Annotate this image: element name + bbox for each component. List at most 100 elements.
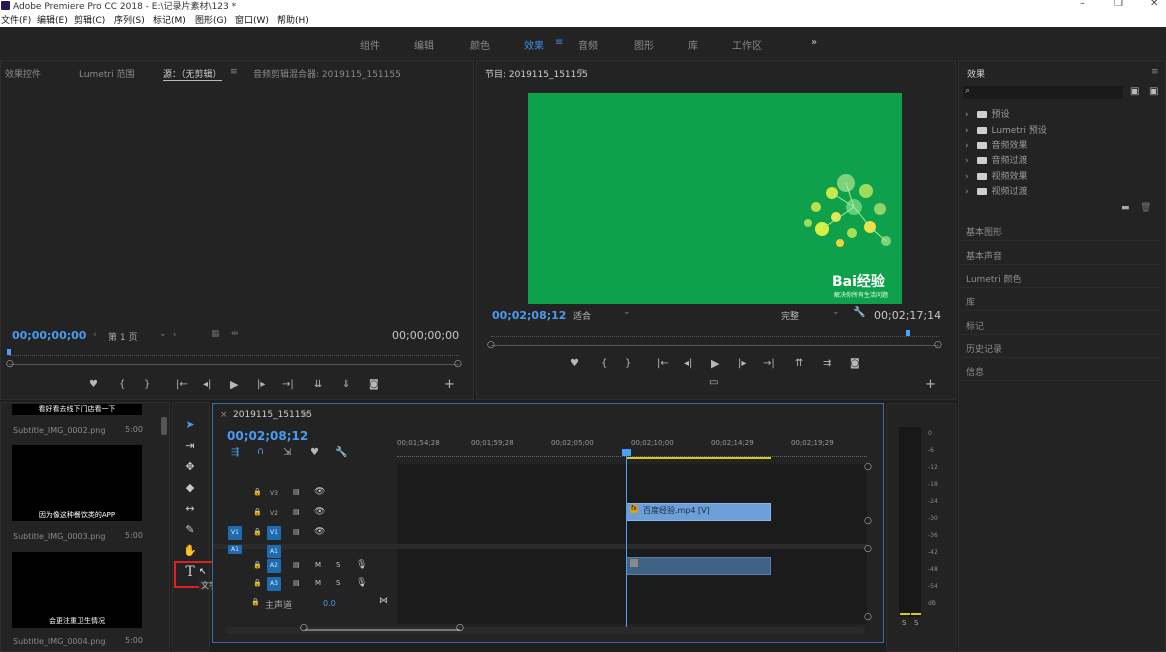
- lock-icon[interactable]: 🔒: [253, 488, 262, 496]
- slip-tool-icon[interactable]: ↔: [182, 502, 198, 518]
- extract-icon[interactable]: ⇉: [823, 358, 831, 369]
- sync-icon[interactable]: ▤: [293, 528, 300, 536]
- quality-select[interactable]: 完整: [781, 309, 799, 322]
- program-mark-out-icon[interactable]: }: [625, 358, 631, 369]
- workspace-editing[interactable]: 编辑: [414, 37, 434, 52]
- track-a3[interactable]: A3: [267, 577, 281, 591]
- selection-tool-icon[interactable]: ➤: [182, 418, 198, 434]
- effects-search-input[interactable]: ⌕: [963, 86, 1123, 99]
- project-thumb-2[interactable]: 会更注重卫生情况: [12, 552, 142, 628]
- lock-icon[interactable]: 🔒: [253, 561, 262, 569]
- project-thumb-0[interactable]: 看好看去线下门店看一下: [12, 404, 142, 415]
- project-item-name[interactable]: Subtitle_IMG_0002.png: [13, 426, 105, 435]
- v-scroll-top-icon[interactable]: ○: [864, 462, 872, 472]
- program-ruler[interactable]: [491, 332, 939, 337]
- lock-icon[interactable]: 🔒: [253, 579, 262, 587]
- tree-item-video-effects[interactable]: › 视频效果: [965, 169, 1027, 182]
- work-area-bar[interactable]: [626, 457, 771, 459]
- overwrite-icon[interactable]: ⇓: [342, 379, 350, 390]
- solo-button[interactable]: S: [336, 561, 340, 569]
- add-button-icon[interactable]: +: [444, 377, 455, 392]
- effects-title[interactable]: 效果: [967, 67, 985, 80]
- program-title[interactable]: 节目: 2019115_151155: [485, 67, 588, 80]
- mute-button[interactable]: M: [315, 561, 321, 569]
- lock-icon[interactable]: 🔒: [253, 508, 262, 516]
- program-zoom-bar[interactable]: [491, 345, 939, 346]
- timeline-playhead-line[interactable]: [626, 452, 627, 627]
- program-zoom-right-icon[interactable]: ○: [934, 340, 942, 350]
- source-timecode[interactable]: 00;00;00;00: [12, 329, 86, 342]
- timeline-close-icon[interactable]: ×: [220, 410, 228, 420]
- project-item-name[interactable]: Subtitle_IMG_0004.png: [13, 637, 105, 646]
- solo-left-button[interactable]: S: [902, 619, 906, 627]
- program-go-to-out-icon[interactable]: →|: [763, 358, 775, 369]
- close-icon[interactable]: ✕: [1150, 0, 1158, 9]
- timeline-playhead[interactable]: [622, 449, 631, 456]
- program-add-button-icon[interactable]: +: [925, 377, 936, 392]
- program-video-frame[interactable]: Bai经验 解决你所有生活问题: [528, 93, 902, 304]
- tab-source[interactable]: 源：（无剪辑）: [163, 67, 222, 81]
- solo-right-button[interactable]: S: [914, 619, 918, 627]
- lock-icon[interactable]: 🔒: [251, 598, 260, 606]
- add-marker-icon[interactable]: ♥: [89, 379, 98, 390]
- menu-file[interactable]: 文件(F): [1, 13, 31, 26]
- menu-marker[interactable]: 标记(M): [153, 13, 186, 26]
- tab-effect-controls[interactable]: 效果控件: [5, 67, 41, 80]
- timeline-settings-icon[interactable]: 🔧: [335, 447, 347, 458]
- workspace-audio[interactable]: 音频: [578, 37, 598, 52]
- v-scroll-mid-icon[interactable]: ○: [864, 516, 872, 526]
- zoom-handle-left-icon[interactable]: ○: [300, 623, 308, 633]
- menu-window[interactable]: 窗口(W): [235, 13, 269, 26]
- delete-icon[interactable]: 🗑: [1140, 203, 1151, 213]
- eye-icon[interactable]: 👁: [314, 507, 325, 517]
- tree-item-video-transitions[interactable]: › 视频过渡: [965, 184, 1027, 197]
- tree-item-audio-transitions[interactable]: › 音频过渡: [965, 153, 1027, 166]
- mark-out-icon[interactable]: }: [144, 379, 150, 390]
- sync-icon[interactable]: ▤: [293, 488, 300, 496]
- a-scroll-top-icon[interactable]: ○: [864, 544, 872, 554]
- section-essential-graphics[interactable]: 基本图形: [960, 220, 1160, 241]
- zoom-handle-left-icon[interactable]: ○: [6, 359, 14, 369]
- menu-edit[interactable]: 编辑(E): [37, 13, 68, 26]
- track-select-tool-icon[interactable]: ⇥: [182, 439, 198, 455]
- razor-tool-icon[interactable]: ◆: [182, 481, 198, 497]
- step-forward-icon[interactable]: |▸: [257, 379, 265, 390]
- source-patch-v1[interactable]: V1: [228, 526, 242, 540]
- tab-lumetri-scopes[interactable]: Lumetri 范围: [79, 67, 134, 80]
- menu-graphics[interactable]: 图形(G): [195, 13, 227, 26]
- more-workspaces-icon[interactable]: »: [811, 37, 817, 48]
- quality-chevron-down-icon[interactable]: ⌄: [832, 307, 840, 317]
- workspace-menu-icon[interactable]: ≡: [555, 37, 563, 48]
- timeline-menu-icon[interactable]: ≡: [301, 410, 309, 420]
- zoom-handle-right-icon[interactable]: ○: [456, 623, 464, 633]
- av-divider[interactable]: [213, 544, 867, 549]
- source-zoom-bar[interactable]: [9, 364, 459, 365]
- effects-menu-icon[interactable]: ≡: [1151, 67, 1159, 77]
- timeline-ruler[interactable]: [397, 450, 867, 457]
- workspace-libraries[interactable]: 库: [688, 37, 698, 52]
- workspace-color[interactable]: 颜色: [470, 37, 490, 52]
- program-go-to-in-icon[interactable]: |←: [657, 358, 669, 369]
- maximize-icon[interactable]: ❐: [1114, 0, 1123, 9]
- page-select[interactable]: 第 1 页: [108, 330, 137, 343]
- step-back-icon[interactable]: ◂|: [203, 379, 211, 390]
- a-scroll-bottom-icon[interactable]: ○: [864, 612, 872, 622]
- program-mark-in-icon[interactable]: {: [601, 358, 607, 369]
- program-play-icon[interactable]: ▶: [711, 357, 719, 370]
- fit-chevron-down-icon[interactable]: ⌄: [623, 307, 631, 317]
- yuv-effects-icon[interactable]: ▣: [1149, 86, 1158, 97]
- program-step-forward-icon[interactable]: |▸: [738, 358, 746, 369]
- sync-icon[interactable]: ▤: [293, 561, 300, 569]
- program-step-back-icon[interactable]: ◂|: [684, 358, 692, 369]
- hand-tool-icon[interactable]: ✋: [182, 544, 198, 560]
- program-add-marker-icon[interactable]: ♥: [570, 358, 579, 369]
- program-menu-icon[interactable]: ≡: [577, 67, 585, 77]
- project-scrollbar[interactable]: [161, 417, 167, 435]
- accelerated-effects-icon[interactable]: ▣: [1130, 86, 1139, 97]
- menu-help[interactable]: 帮助(H): [277, 13, 309, 26]
- section-libraries[interactable]: 库: [960, 290, 1160, 311]
- go-to-in-icon[interactable]: |←: [176, 379, 188, 390]
- prev-page-icon[interactable]: ‹: [93, 330, 97, 340]
- lift-icon[interactable]: ⇈: [795, 358, 803, 369]
- section-history[interactable]: 历史记录: [960, 337, 1160, 358]
